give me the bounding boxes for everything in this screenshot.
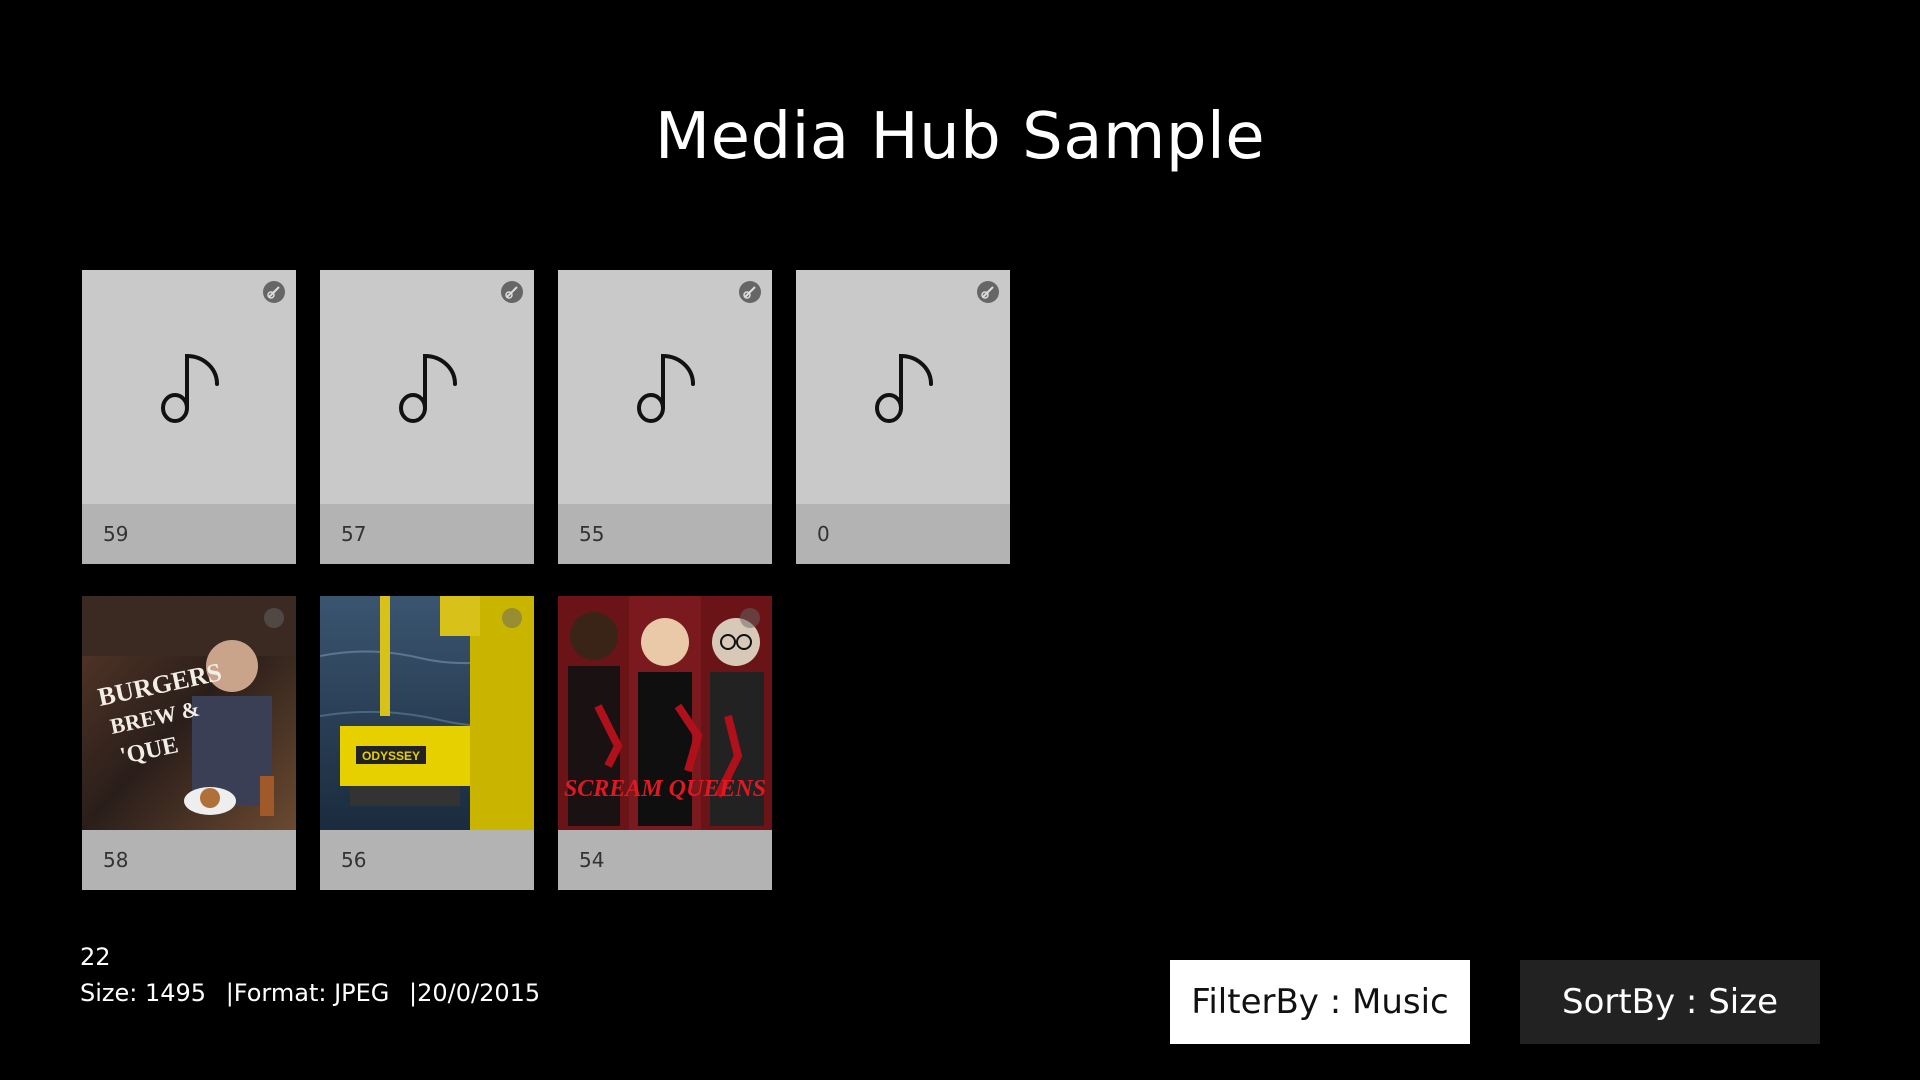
card-art [320, 270, 534, 504]
item-meta: Size: 1495 |Format: JPEG |20/0/2015 [80, 979, 552, 1007]
media-info: 22 Size: 1495 |Format: JPEG |20/0/2015 [80, 943, 552, 1007]
page-title: Media Hub Sample [654, 100, 1266, 174]
card-label: 59 [103, 522, 129, 546]
scream-queens-thumbnail: SCREAM QUEENS [558, 596, 772, 830]
thumb-text: ODYSSEY [362, 749, 420, 763]
card-label: 58 [103, 848, 129, 872]
media-card-music[interactable]: 55 [558, 270, 772, 564]
media-card-image[interactable]: SCREAM QUEENS 54 [558, 596, 772, 890]
burgers-brew-que-thumbnail: BURGERS BREW & 'QUE [82, 596, 296, 830]
media-card-image[interactable]: ODYSSEY 56 [320, 596, 534, 890]
card-art [796, 270, 1010, 504]
card-label: 56 [341, 848, 367, 872]
card-label: 57 [341, 522, 367, 546]
link-badge-icon [501, 281, 523, 303]
music-note-icon [637, 353, 695, 423]
card-label: 55 [579, 522, 605, 546]
card-label-bar: 58 [82, 830, 296, 890]
media-card-music[interactable]: 57 [320, 270, 534, 564]
item-size: Size: 1495 [80, 979, 207, 1007]
music-note-icon [875, 353, 933, 423]
media-card-image[interactable]: BURGERS BREW & 'QUE 58 [82, 596, 296, 890]
card-label-bar: 57 [320, 504, 534, 564]
link-badge-icon [739, 281, 761, 303]
link-badge-icon [263, 281, 285, 303]
card-label: 54 [579, 848, 605, 872]
item-format: |Format: JPEG [225, 979, 390, 1007]
card-label-bar: 55 [558, 504, 772, 564]
media-card-music[interactable]: 59 [82, 270, 296, 564]
music-note-icon [399, 353, 457, 423]
card-label-bar: 54 [558, 830, 772, 890]
music-note-icon [161, 353, 219, 423]
card-art [82, 270, 296, 504]
filter-button[interactable]: FilterBy : Music [1170, 960, 1470, 1044]
odyssey-thumbnail: ODYSSEY [320, 596, 534, 830]
link-badge-icon [977, 281, 999, 303]
thumb-text: SCREAM QUEENS [564, 776, 766, 802]
card-label: 0 [817, 522, 830, 546]
item-count: 22 [80, 943, 111, 971]
item-date: |20/0/2015 [409, 979, 541, 1007]
media-card-music[interactable]: 0 [796, 270, 1010, 564]
card-label-bar: 59 [82, 504, 296, 564]
card-label-bar: 56 [320, 830, 534, 890]
card-art [558, 270, 772, 504]
sort-button[interactable]: SortBy : Size [1520, 960, 1820, 1044]
card-label-bar: 0 [796, 504, 1010, 564]
